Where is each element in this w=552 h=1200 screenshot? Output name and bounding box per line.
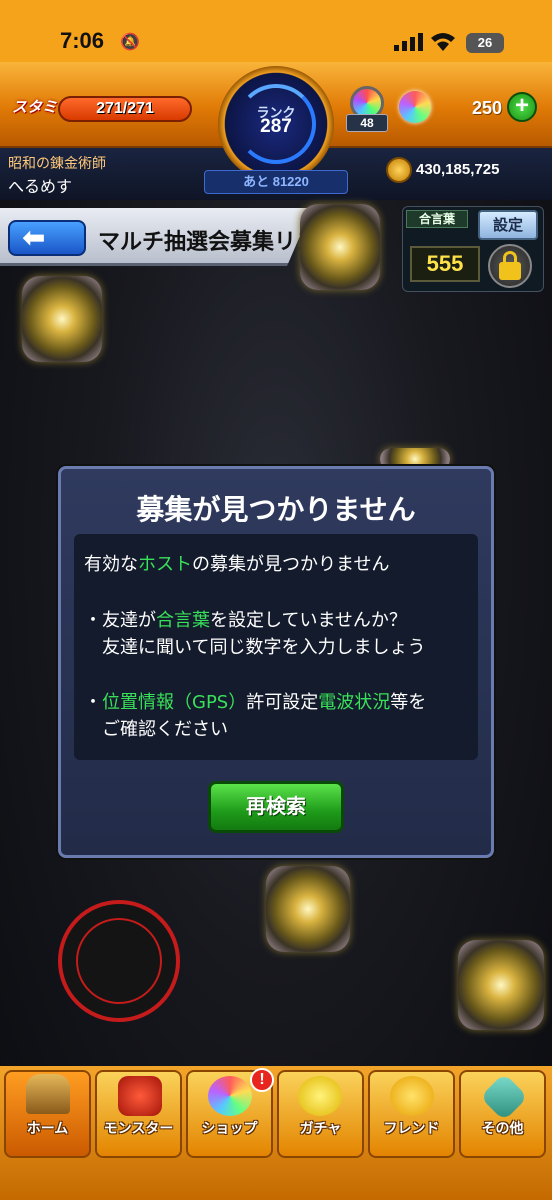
item-orb-count: 48	[346, 114, 388, 132]
wifi-icon	[431, 33, 455, 51]
bell-muted-icon: 🔕	[120, 32, 140, 51]
nav-friend-label: フレンド	[383, 1121, 440, 1137]
home-icon	[26, 1074, 70, 1114]
next-rank-exp: あと 81220	[204, 170, 348, 194]
friend-icon	[390, 1076, 434, 1116]
orb-currency-value: 250	[471, 98, 502, 118]
floating-orb-icon	[458, 940, 544, 1030]
floating-orb-icon	[266, 866, 350, 952]
stamina-value: 271/271	[96, 100, 154, 117]
nav-other-label: その他	[481, 1121, 524, 1137]
shop-alert-badge: !	[250, 1068, 274, 1092]
player-title: 昭和の錬金術師	[8, 156, 106, 172]
nav-shop-label: ショップ	[201, 1121, 258, 1137]
dialog-title: 募集が見つかりません	[136, 493, 416, 526]
passphrase-label: 合言葉	[406, 210, 468, 228]
shop-orb-icon	[208, 1076, 252, 1116]
passphrase-settings-button[interactable]: 設定	[478, 210, 538, 240]
battery-icon: 26	[466, 33, 504, 53]
back-arrow-icon[interactable]: ⬅	[22, 221, 45, 254]
dialog-bullet-2: ・位置情報（GPS）許可設定電波状況等を	[84, 692, 427, 713]
buy-orbs-button[interactable]: +	[507, 92, 537, 122]
status-bar: 7:06 🔕 26	[0, 0, 552, 62]
lock-body	[499, 262, 521, 280]
coin-value: 430,185,725	[416, 161, 500, 178]
status-time: 7:06	[60, 28, 105, 53]
orb-currency-icon	[399, 91, 431, 123]
nav-gacha-label: ガチャ	[299, 1121, 342, 1137]
dragon-emblem-inner	[76, 918, 162, 1004]
back-button[interactable]	[8, 220, 86, 256]
signal-icon	[394, 33, 423, 51]
coin-icon	[386, 157, 412, 183]
dialog-bullet-1: ・友達が合言葉を設定していませんか？	[84, 610, 407, 631]
dialog-bullet-1-line-2: 友達に聞いて同じ数字を入力しましょう	[102, 637, 426, 658]
nav-home-label: ホーム	[26, 1121, 69, 1137]
gacha-egg-icon	[298, 1076, 342, 1116]
research-button[interactable]: 再検索	[208, 781, 344, 833]
rank-value: 287	[260, 116, 292, 137]
player-name: へるめす	[8, 177, 73, 196]
floating-orb-icon	[300, 204, 380, 290]
dialog-bullet-2-line-2: ご確認ください	[102, 719, 228, 740]
passphrase-value: 555	[410, 246, 480, 282]
dialog-line-1: 有効なホストの募集が見つかりません	[84, 554, 390, 575]
nav-monster-label: モンスター	[103, 1121, 174, 1137]
monster-icon	[118, 1076, 162, 1116]
floating-orb-icon	[22, 276, 102, 362]
